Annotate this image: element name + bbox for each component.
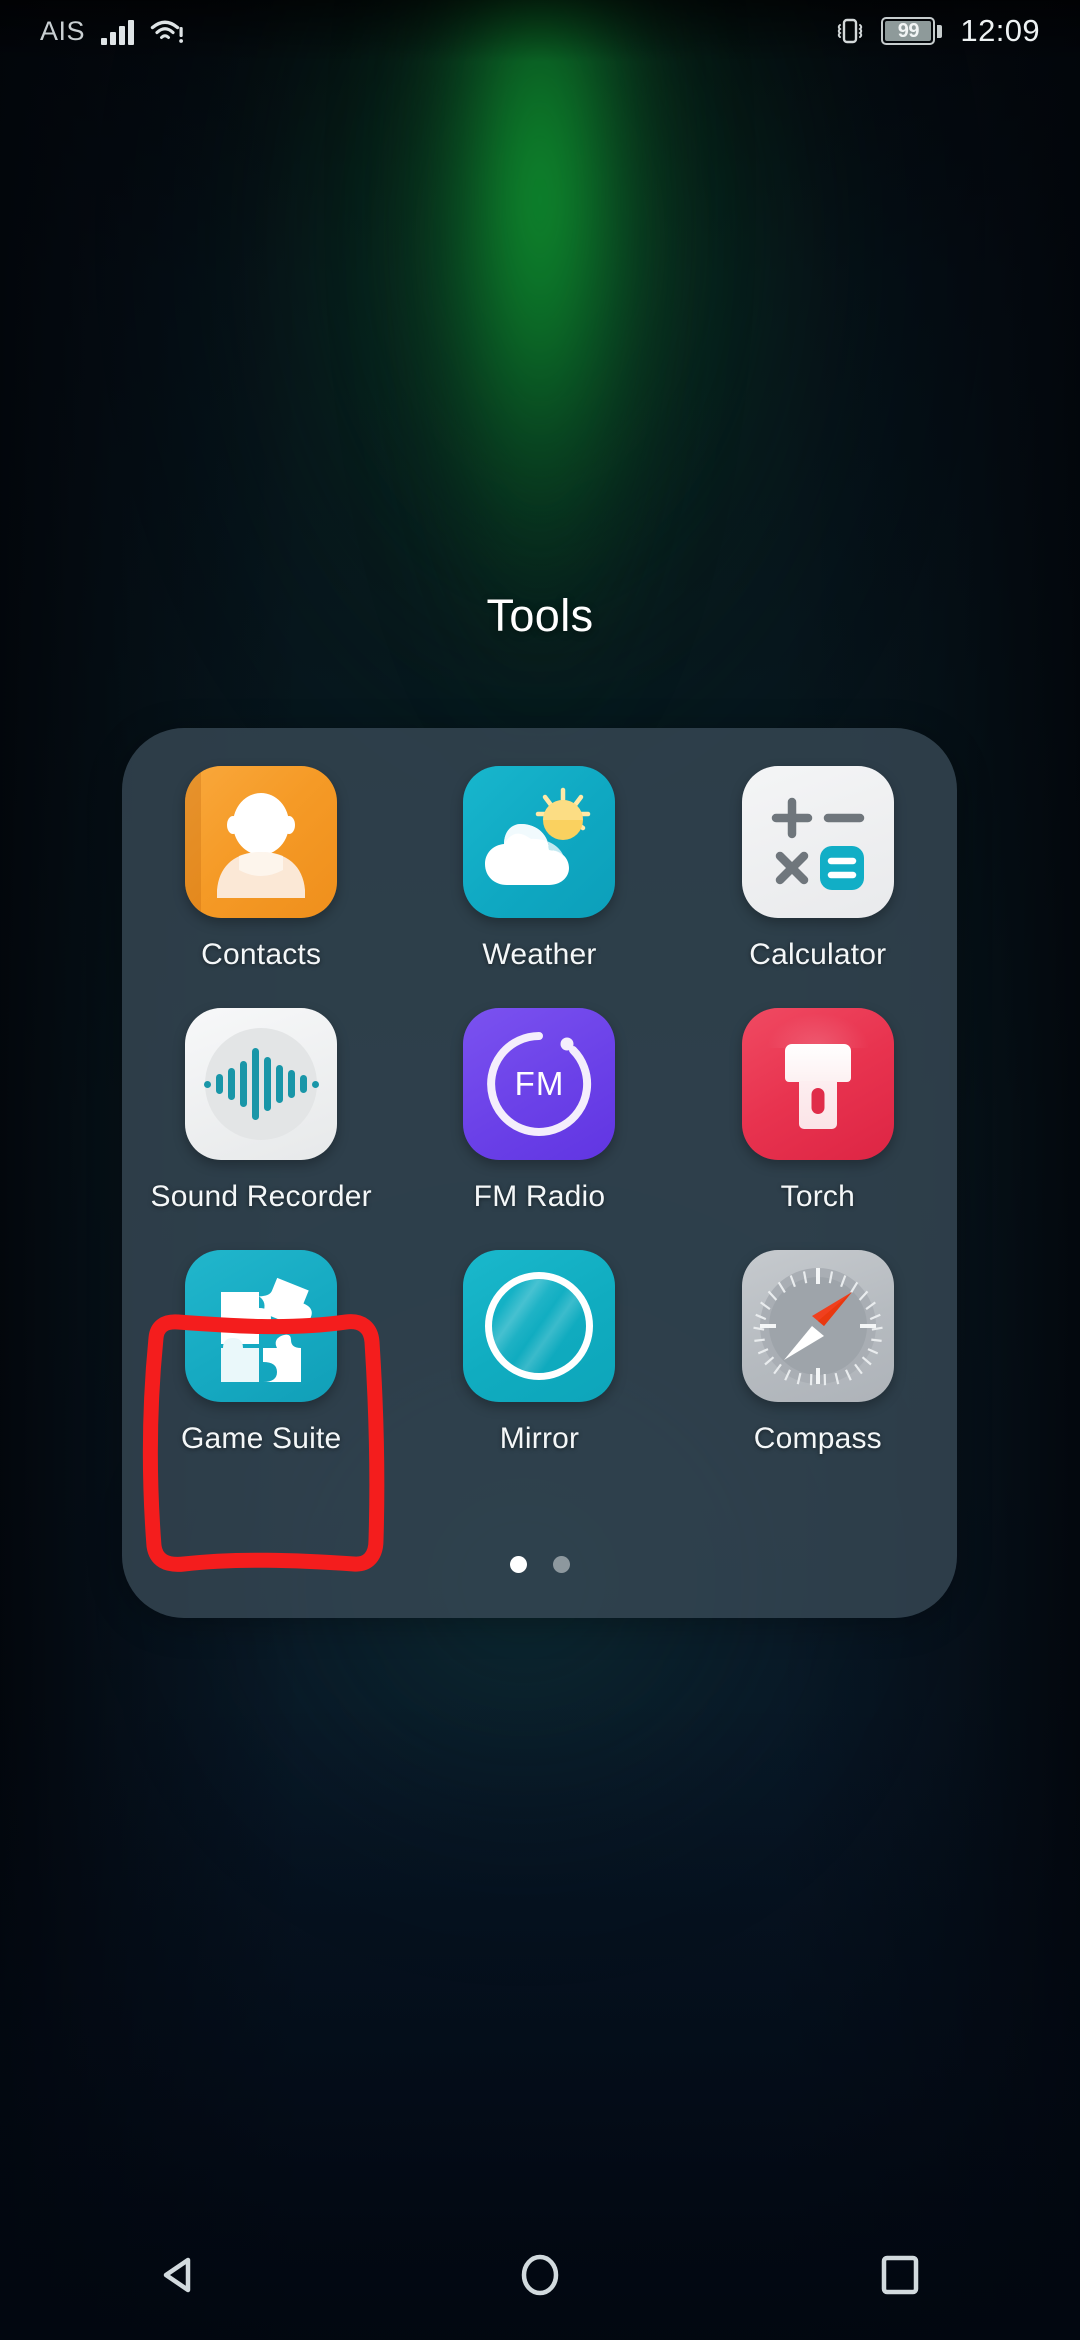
navigation-bar bbox=[0, 2210, 1080, 2340]
mirror-icon[interactable] bbox=[463, 1250, 616, 1402]
app-label: Game Suite bbox=[180, 1422, 342, 1455]
contacts-icon[interactable] bbox=[185, 766, 338, 918]
status-bar-right: 99 12:09 bbox=[833, 13, 1040, 49]
app-label: Calculator bbox=[749, 938, 887, 971]
recents-square-icon[interactable] bbox=[825, 2225, 975, 2325]
app-contacts[interactable]: Contacts bbox=[122, 766, 400, 972]
sound-recorder-icon[interactable] bbox=[185, 1008, 338, 1160]
battery-percent-label: 99 bbox=[897, 19, 920, 42]
carrier-label: AIS bbox=[40, 15, 86, 46]
folder-panel: Contacts Weather Calculator Sound Record… bbox=[122, 728, 957, 1618]
signal-bars-icon bbox=[101, 17, 134, 45]
page-dot-1[interactable] bbox=[510, 1556, 527, 1573]
status-bar[interactable]: AIS 99 12:09 bbox=[0, 0, 1080, 62]
battery-icon: 99 bbox=[881, 17, 943, 45]
app-label: Torch bbox=[780, 1180, 855, 1213]
home-circle-icon[interactable] bbox=[465, 2225, 615, 2325]
app-label: FM Radio bbox=[473, 1180, 606, 1213]
app-label: Contacts bbox=[201, 938, 322, 971]
status-bar-left: AIS bbox=[40, 16, 184, 47]
app-weather[interactable]: Weather bbox=[400, 766, 678, 972]
back-triangle-icon[interactable] bbox=[105, 2225, 255, 2325]
folder-title[interactable]: Tools bbox=[0, 590, 1080, 642]
clock-label: 12:09 bbox=[960, 13, 1040, 48]
waveform-icon bbox=[203, 1044, 319, 1124]
app-torch[interactable]: Torch bbox=[679, 1008, 957, 1214]
app-label: Sound Recorder bbox=[150, 1180, 372, 1213]
fm-badge-label: FM bbox=[514, 1065, 565, 1102]
calculator-icon[interactable] bbox=[741, 766, 894, 918]
compass-icon[interactable] bbox=[741, 1250, 894, 1402]
app-label: Compass bbox=[753, 1422, 882, 1455]
torch-icon[interactable] bbox=[741, 1008, 894, 1160]
app-sound-recorder[interactable]: Sound Recorder bbox=[122, 1008, 400, 1214]
app-game-suite[interactable]: Game Suite bbox=[122, 1250, 400, 1456]
weather-icon[interactable] bbox=[463, 766, 616, 918]
app-label: Weather bbox=[482, 938, 597, 971]
app-mirror[interactable]: Mirror bbox=[400, 1250, 678, 1456]
game-suite-icon[interactable] bbox=[185, 1250, 338, 1402]
vibrate-icon bbox=[833, 14, 867, 48]
app-calculator[interactable]: Calculator bbox=[679, 766, 957, 972]
page-dot-2[interactable] bbox=[553, 1556, 570, 1573]
fm-radio-icon[interactable]: FM bbox=[463, 1008, 616, 1160]
app-compass[interactable]: Compass bbox=[679, 1250, 957, 1456]
folder-page-indicator[interactable] bbox=[0, 1556, 1080, 1573]
app-fm-radio[interactable]: FM FM Radio bbox=[400, 1008, 678, 1214]
phone-screen: AIS 99 12:09 Tools Contacts Weather Calc… bbox=[0, 0, 1080, 2340]
wifi-warning-icon bbox=[150, 17, 184, 45]
app-grid: Contacts Weather Calculator Sound Record… bbox=[122, 766, 957, 1456]
app-label: Mirror bbox=[499, 1422, 580, 1455]
